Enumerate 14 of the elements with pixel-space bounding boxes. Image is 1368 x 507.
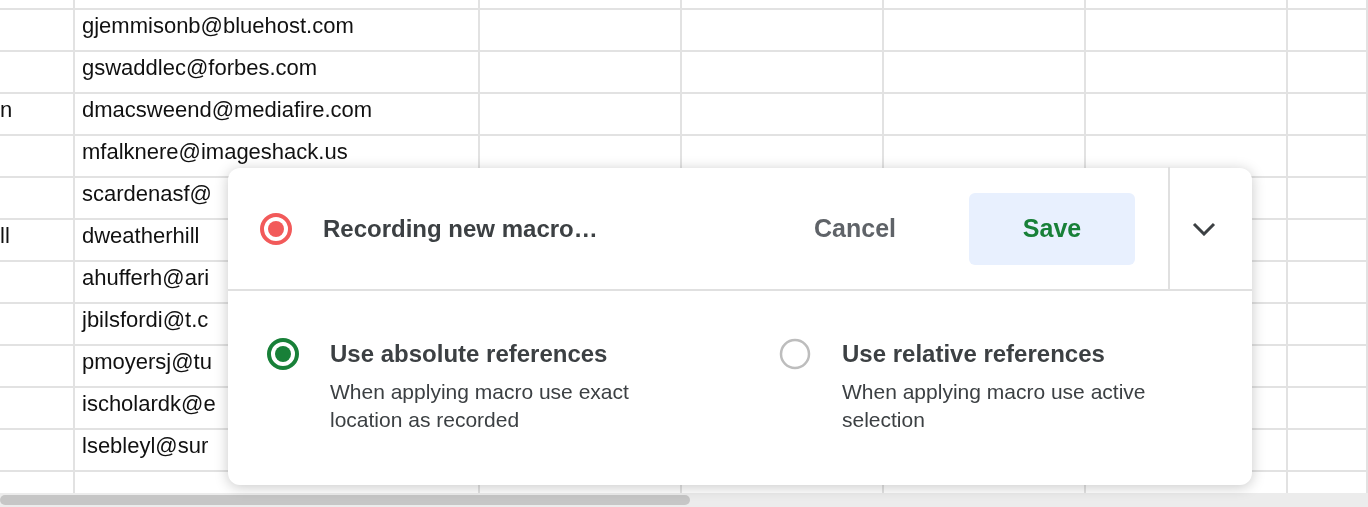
option-title[interactable]: Use relative references bbox=[842, 339, 1202, 369]
save-button[interactable]: Save bbox=[969, 192, 1135, 265]
table-cell: n bbox=[0, 94, 75, 134]
radio-button[interactable] bbox=[266, 337, 300, 371]
email-cell: dmacsweend@mediafire.com bbox=[75, 94, 480, 134]
radio-button[interactable] bbox=[778, 337, 812, 371]
option-description: When applying macro use active selection bbox=[842, 379, 1147, 433]
chevron-down-icon[interactable] bbox=[1192, 221, 1216, 236]
email-cell: gjemmisonb@bluehost.com bbox=[75, 10, 480, 50]
table-cell: ll bbox=[0, 220, 75, 260]
recording-icon bbox=[259, 211, 293, 246]
email-cell: gswaddlec@forbes.com bbox=[75, 52, 480, 92]
cancel-button[interactable]: Cancel bbox=[770, 192, 940, 265]
scrollbar-thumb[interactable] bbox=[0, 495, 690, 505]
